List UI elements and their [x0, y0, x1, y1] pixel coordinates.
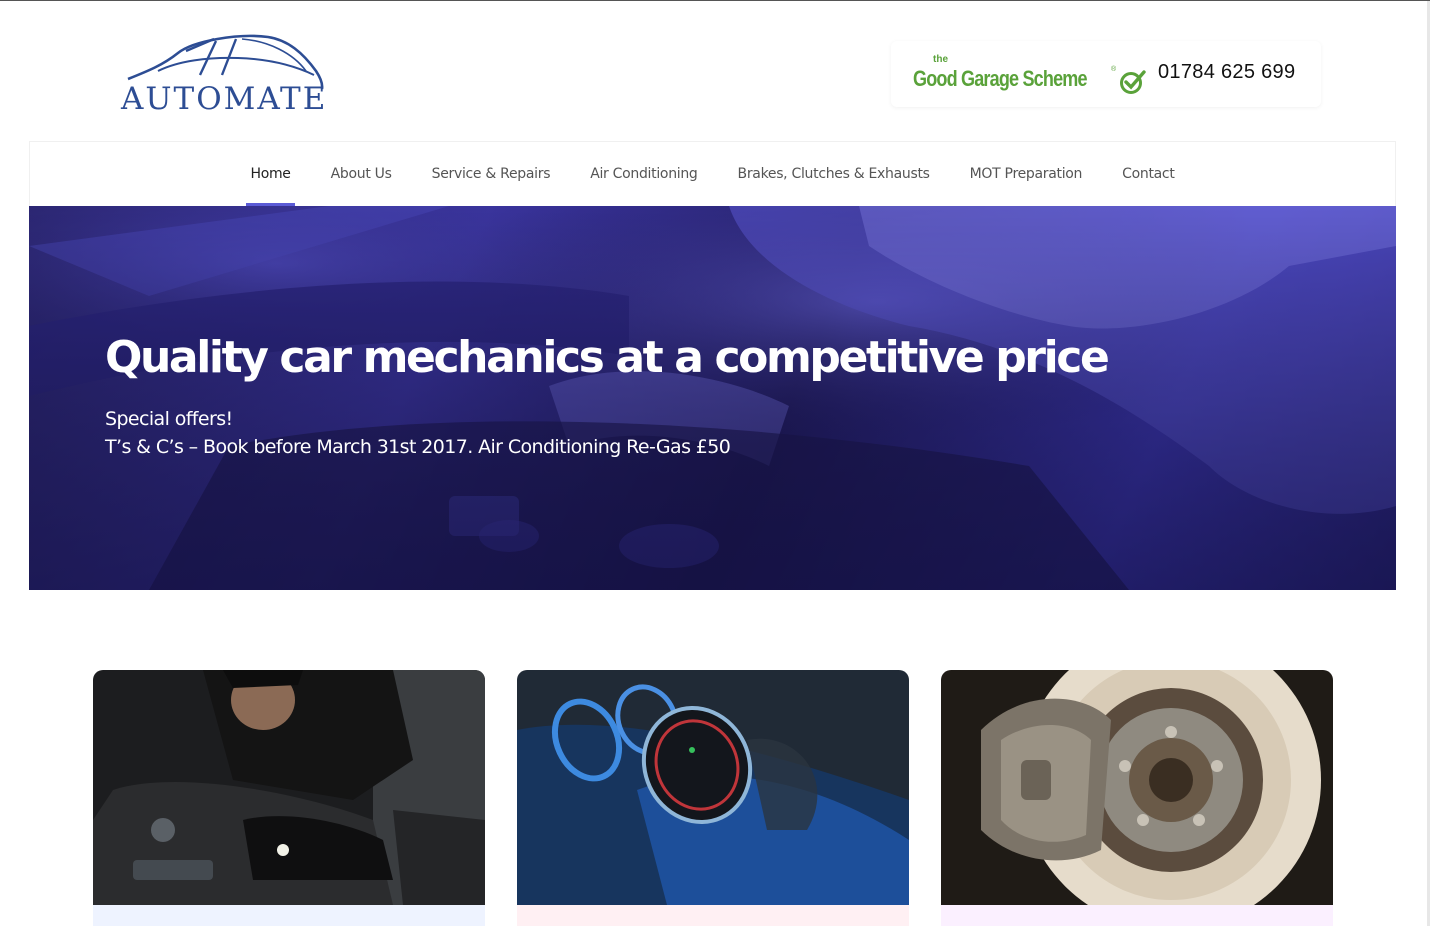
card-footer: [93, 905, 485, 926]
nav-item-service-repairs[interactable]: Service & Repairs: [412, 142, 571, 206]
nav-item-about-us[interactable]: About Us: [311, 142, 412, 206]
phone-number[interactable]: 01784 625 699: [1158, 61, 1295, 84]
mechanic-engine-photo: [29, 206, 1396, 590]
hero-offer-details: T’s & C’s – Book before March 31st 2017.…: [105, 436, 731, 458]
service-card-air-conditioning[interactable]: [517, 670, 909, 926]
badge-name-text: Good Garage Scheme: [913, 66, 1088, 91]
good-garage-scheme-badge[interactable]: the Good Garage Scheme ®: [913, 54, 1146, 94]
card-footer: [517, 905, 909, 926]
logo-wordmark: AUTOMATE: [120, 81, 327, 117]
automate-logo[interactable]: AUTOMATE: [118, 31, 328, 117]
nav-item-contact[interactable]: Contact: [1102, 142, 1194, 206]
mechanic-working-engine-image: [93, 670, 485, 905]
nav-item-home[interactable]: Home: [230, 142, 310, 206]
nav-item-mot-preparation[interactable]: MOT Preparation: [950, 142, 1102, 206]
brake-disc-caliper-image: [941, 670, 1333, 905]
hero-banner: Quality car mechanics at a competitive p…: [29, 206, 1396, 590]
service-card-mechanic[interactable]: [93, 670, 485, 926]
hero-special-offers: Special offers!: [105, 408, 233, 430]
badge-the-text: the: [933, 54, 948, 65]
card-footer: [941, 905, 1333, 926]
main-navigation: Home About Us Service & Repairs Air Cond…: [29, 141, 1396, 206]
checkmark-circle-icon: [1120, 70, 1146, 94]
badge-registered-mark: ®: [1111, 66, 1117, 73]
nav-item-air-conditioning[interactable]: Air Conditioning: [570, 142, 717, 206]
header-contact-box: the Good Garage Scheme ® 01784 625 699: [891, 41, 1321, 107]
nav-item-brakes-clutches-exhausts[interactable]: Brakes, Clutches & Exhausts: [718, 142, 950, 206]
service-card-brakes[interactable]: [941, 670, 1333, 926]
car-dashboard-gauge-image: [517, 670, 909, 905]
hero-title: Quality car mechanics at a competitive p…: [105, 332, 1110, 383]
car-outline-logo-graphic: AUTOMATE: [120, 34, 327, 117]
